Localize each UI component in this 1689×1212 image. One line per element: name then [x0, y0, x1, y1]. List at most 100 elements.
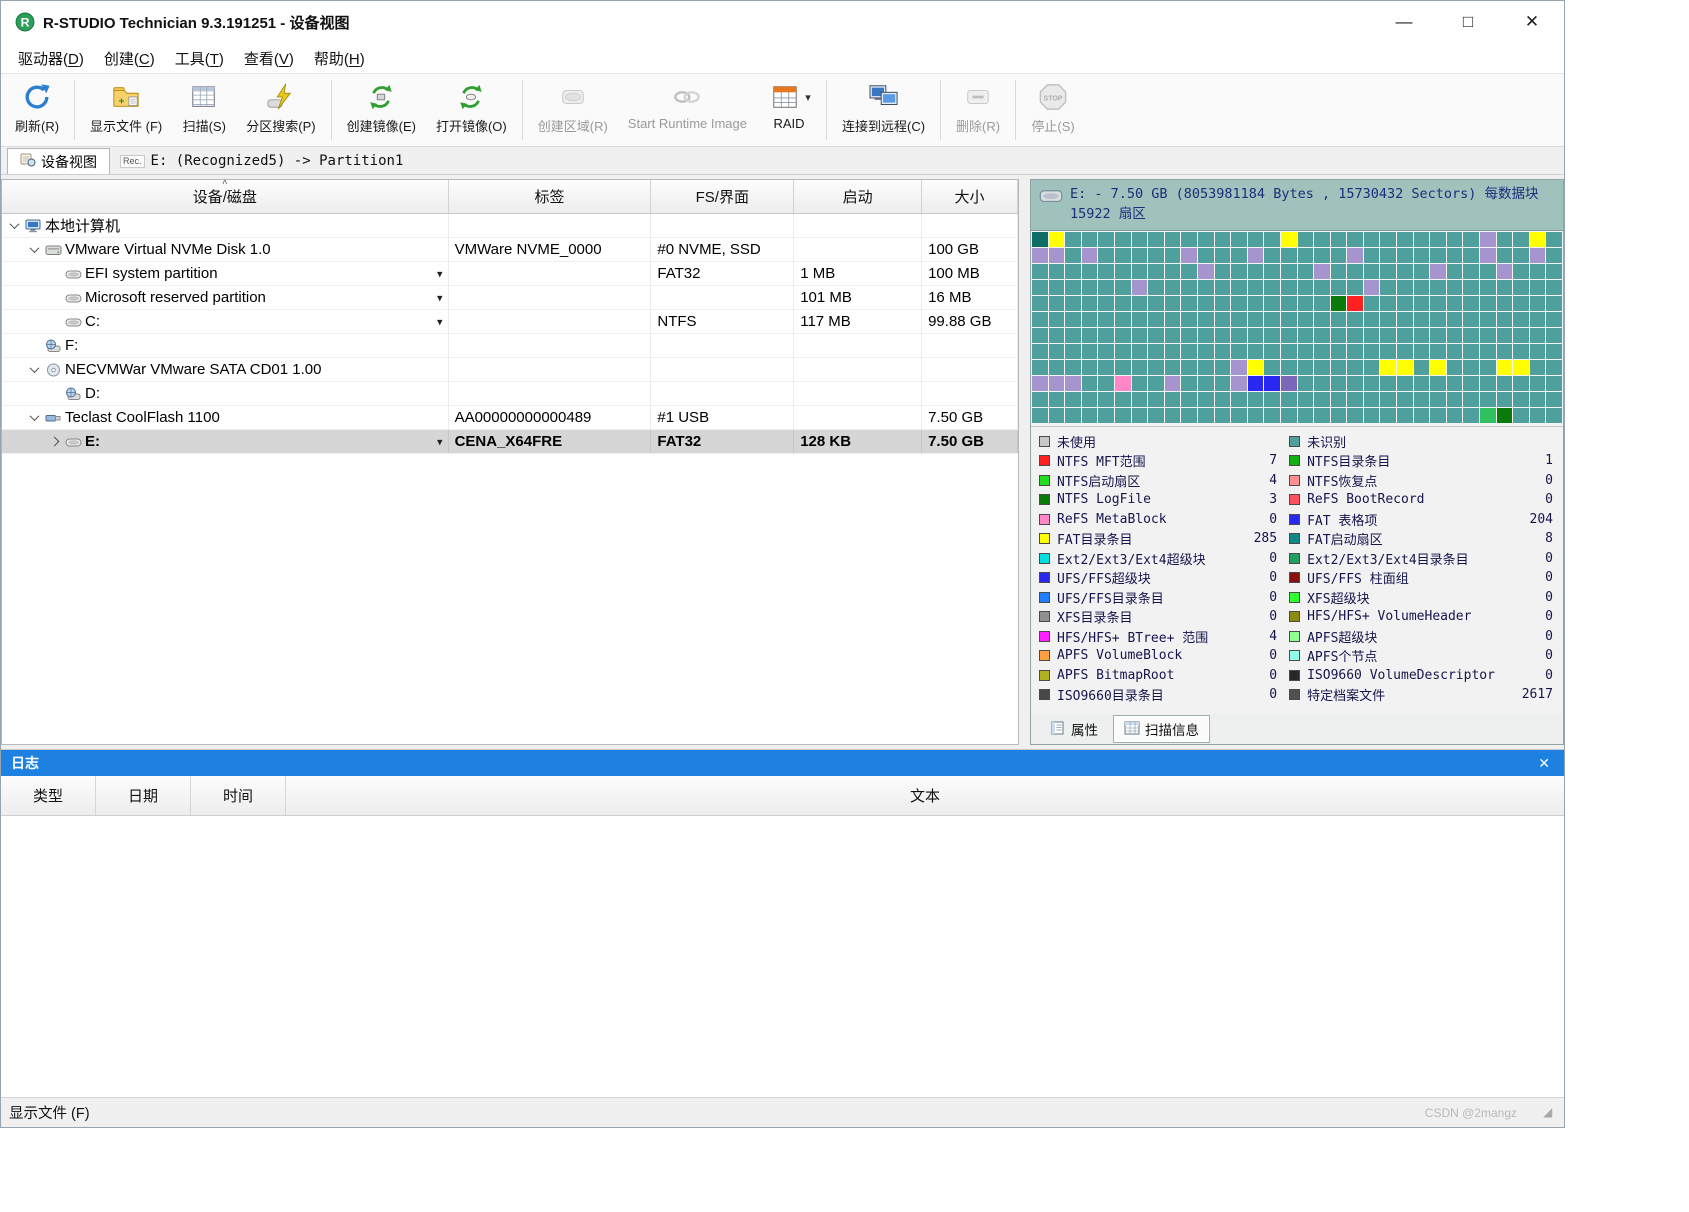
legend-item: Ext2/Ext3/Ext4目录条目0	[1289, 549, 1557, 569]
legend-label: NTFS恢复点	[1307, 471, 1377, 490]
scan-block	[1165, 296, 1181, 311]
column-header-1[interactable]: 标签	[449, 180, 652, 213]
scan-block	[1231, 232, 1247, 247]
column-header-0[interactable]: 设备/磁盘˄	[2, 180, 449, 213]
chevron-right-icon[interactable]	[50, 437, 60, 447]
chevron-down-icon[interactable]	[30, 411, 40, 421]
maximize-button[interactable]: □	[1436, 1, 1500, 43]
chevron-down-icon[interactable]	[10, 219, 20, 229]
scan-block	[1380, 408, 1396, 423]
scan-block	[1331, 232, 1347, 247]
scan-block	[1281, 392, 1297, 407]
device-row[interactable]: VMware Virtual NVMe Disk 1.0VMWare NVME_…	[2, 238, 1018, 262]
create-image-label: 创建镜像(E)	[347, 116, 416, 135]
scan-block	[1248, 328, 1264, 343]
scan-block	[1032, 392, 1048, 407]
log-column-1[interactable]: 日期	[96, 776, 191, 815]
connect-remote-button[interactable]: 连接到远程(C)	[832, 76, 935, 144]
create-image-button[interactable]: 创建镜像(E)	[337, 76, 426, 144]
device-row[interactable]: C:▾NTFS117 MB99.88 GB	[2, 310, 1018, 334]
scan-block	[1115, 296, 1131, 311]
log-column-0[interactable]: 类型	[1, 776, 96, 815]
tab-scan-info[interactable]: 扫描信息	[1113, 715, 1210, 743]
open-image-button[interactable]: 打开镜像(O)	[426, 76, 517, 144]
scan-legend-right-column: 未识别NTFS目录条目1NTFS恢复点0ReFS BootRecord0FAT …	[1289, 432, 1557, 705]
legend-item: APFS BitmapRoot0	[1039, 666, 1281, 686]
partition-dropdown-icon[interactable]: ▾	[437, 435, 443, 448]
menu-view[interactable]: 查看(V)	[235, 45, 303, 72]
scan-block	[1480, 312, 1496, 327]
delete-button: 删除(R)	[946, 76, 1010, 144]
device-fs-cell	[651, 382, 794, 405]
scan-map[interactable]	[1031, 231, 1563, 427]
scan-block	[1364, 264, 1380, 279]
device-row[interactable]: F:	[2, 334, 1018, 358]
refresh-button[interactable]: 刷新(R)	[5, 76, 69, 144]
scan-block	[1530, 392, 1546, 407]
close-button[interactable]: ✕	[1500, 1, 1564, 43]
raid-button[interactable]: ▾RAID	[757, 76, 821, 144]
partition-icon	[63, 267, 83, 281]
minimize-button[interactable]: —	[1372, 1, 1436, 43]
scan-block	[1331, 408, 1347, 423]
device-row[interactable]: EFI system partition▾FAT321 MB100 MB	[2, 262, 1018, 286]
partition-dropdown-icon[interactable]: ▾	[437, 267, 443, 280]
raid-dropdown-caret[interactable]: ▾	[805, 91, 811, 104]
refresh-icon-area	[19, 81, 55, 113]
partition-dropdown-icon[interactable]: ▾	[437, 291, 443, 304]
menu-drive[interactable]: 驱动器(D)	[9, 45, 93, 72]
disk-small-icon	[1039, 184, 1063, 225]
column-header-2[interactable]: FS/界面	[651, 180, 794, 213]
scan-block	[1347, 232, 1363, 247]
scan-block	[1049, 392, 1065, 407]
menu-tools[interactable]: 工具(T)	[166, 45, 233, 72]
tab-properties[interactable]: 属性	[1039, 715, 1109, 743]
scan-block	[1082, 232, 1098, 247]
legend-swatch	[1039, 592, 1050, 603]
device-row[interactable]: Microsoft reserved partition▾101 MB16 MB	[2, 286, 1018, 310]
column-header-4[interactable]: 大小	[922, 180, 1018, 213]
device-name: C:	[85, 313, 100, 330]
scan-block	[1546, 264, 1562, 279]
legend-item: UFS/FFS超级块0	[1039, 568, 1281, 588]
scan-block	[1414, 376, 1430, 391]
start-runtime-image-icon-area	[669, 81, 705, 113]
scan-button[interactable]: 扫描(S)	[172, 76, 236, 144]
partition-search-button[interactable]: 分区搜索(P)	[236, 76, 325, 144]
scan-block	[1248, 360, 1264, 375]
log-close-icon[interactable]: ✕	[1534, 755, 1554, 772]
scan-block	[1347, 248, 1363, 263]
scan-block	[1414, 264, 1430, 279]
chevron-slot	[26, 366, 43, 373]
legend-item: UFS/FFS目录条目0	[1039, 588, 1281, 608]
scan-block	[1430, 392, 1446, 407]
menu-create[interactable]: 创建(C)	[95, 45, 164, 72]
legend-swatch	[1289, 572, 1300, 583]
partition-dropdown-icon[interactable]: ▾	[437, 315, 443, 328]
device-row[interactable]: E:▾CENA_X64FREFAT32128 KB7.50 GB	[2, 430, 1018, 454]
column-header-3[interactable]: 启动	[794, 180, 922, 213]
device-row[interactable]: Teclast CoolFlash 1100AA00000000000489#1…	[2, 406, 1018, 430]
scan-block	[1148, 280, 1164, 295]
show-files-button[interactable]: +显示文件 (F)	[80, 76, 172, 144]
resize-grip-icon[interactable]: ◢	[1543, 1106, 1556, 1119]
menu-help[interactable]: 帮助(H)	[305, 45, 374, 72]
tab-device-view[interactable]: 设备视图	[7, 148, 110, 174]
device-row[interactable]: NECVMWar VMware SATA CD01 1.00	[2, 358, 1018, 382]
scan-block	[1497, 344, 1513, 359]
device-row[interactable]: 本地计算机	[2, 214, 1018, 238]
device-row[interactable]: D:	[2, 382, 1018, 406]
folder-icon: +	[108, 81, 144, 113]
scan-block	[1165, 248, 1181, 263]
connect-remote-icon-area	[866, 81, 902, 113]
legend-count: 0	[1545, 668, 1557, 683]
scan-block	[1298, 264, 1314, 279]
chevron-down-icon[interactable]	[30, 243, 40, 253]
legend-swatch	[1039, 553, 1050, 564]
log-column-2[interactable]: 时间	[191, 776, 286, 815]
scan-block	[1032, 360, 1048, 375]
log-column-3[interactable]: 文本	[286, 776, 1564, 815]
scan-block	[1480, 376, 1496, 391]
chevron-down-icon[interactable]	[30, 363, 40, 373]
scan-block	[1414, 248, 1430, 263]
